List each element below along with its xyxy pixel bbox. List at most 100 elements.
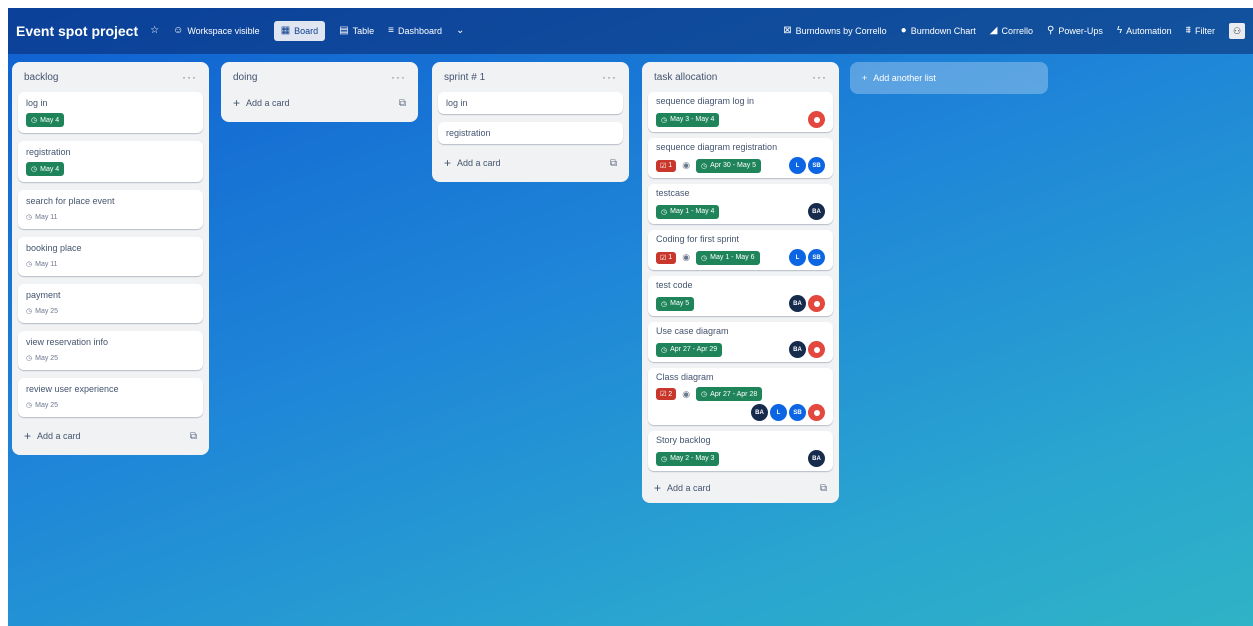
card[interactable]: view reservation info ◷ May 25 bbox=[18, 331, 203, 370]
table-icon: ▤ bbox=[339, 25, 349, 36]
due-date-text: May 2 - May 3 bbox=[670, 455, 715, 462]
add-list-button[interactable]: + Add another list bbox=[850, 62, 1048, 94]
card[interactable]: sequence diagram registration ☑ 1 ◉ ◷ Apr … bbox=[648, 138, 833, 178]
add-card-button[interactable]: + Add a card bbox=[444, 156, 501, 170]
member-avatar[interactable]: SB bbox=[808, 157, 825, 174]
card[interactable]: Coding for first sprint ☑ 1 ◉ ◷ May 1 - Ma… bbox=[648, 230, 833, 270]
card-members: BA L SB bbox=[751, 404, 825, 421]
template-icon[interactable]: ⧉ bbox=[399, 98, 406, 109]
member-avatar[interactable] bbox=[808, 295, 825, 312]
card[interactable]: sequence diagram log in ◷ May 3 - May 4 bbox=[648, 92, 833, 132]
card-title: sequence diagram registration bbox=[656, 142, 778, 152]
more-icon[interactable]: ··· bbox=[602, 70, 617, 84]
more-icon[interactable]: ··· bbox=[182, 70, 197, 84]
due-date-badge[interactable]: ◷ May 4 bbox=[26, 162, 65, 176]
more-icon[interactable]: ··· bbox=[812, 70, 827, 84]
due-date-badge[interactable]: ◷ Apr 27 - Apr 29 bbox=[656, 342, 723, 357]
due-date-badge[interactable]: ◷ May 11 bbox=[26, 211, 58, 223]
add-card-label: Add a card bbox=[457, 158, 501, 168]
view-dashboard-tab[interactable]: ≡ Dashboard bbox=[388, 26, 442, 37]
due-date-badge[interactable]: ◷ May 2 - May 3 bbox=[656, 451, 720, 466]
due-date-badge[interactable]: ◷ May 25 bbox=[26, 399, 58, 411]
list-title[interactable]: backlog bbox=[24, 72, 58, 83]
card[interactable]: log in bbox=[438, 92, 623, 114]
checklist-icon: ☑ bbox=[660, 391, 667, 398]
due-date-badge[interactable]: ◷ Apr 27 - Apr 28 bbox=[696, 387, 763, 401]
add-card-button[interactable]: + Add a card bbox=[233, 96, 290, 110]
corrello-label: Corrello bbox=[1001, 26, 1033, 36]
more-icon[interactable]: ··· bbox=[391, 70, 406, 84]
template-icon[interactable]: ⧉ bbox=[820, 483, 827, 494]
powerups-button[interactable]: ⚲ Power-Ups bbox=[1047, 26, 1103, 37]
member-avatar[interactable]: L bbox=[789, 249, 806, 266]
card[interactable]: review user experience ◷ May 25 bbox=[18, 378, 203, 417]
member-avatar[interactable]: SB bbox=[789, 404, 806, 421]
board-title[interactable]: Event spot project bbox=[16, 23, 138, 39]
add-card-row: + Add a card ⧉ bbox=[18, 425, 203, 447]
plus-icon: + bbox=[444, 156, 452, 170]
member-avatar[interactable]: BA bbox=[789, 341, 806, 358]
due-date-badge[interactable]: ◷ May 25 bbox=[26, 305, 58, 317]
card[interactable]: Use case diagram ◷ Apr 27 - Apr 29 BA bbox=[648, 322, 833, 362]
card-title: Story backlog bbox=[656, 435, 711, 445]
due-date-badge[interactable]: ◷ May 3 - May 4 bbox=[656, 112, 720, 127]
add-card-row: + Add a card ⧉ bbox=[438, 152, 623, 174]
due-date-badge[interactable]: ◷ Apr 30 - May 5 bbox=[696, 158, 762, 173]
due-date-badge[interactable]: ◷ May 5 bbox=[656, 296, 695, 311]
member-avatar[interactable]: BA bbox=[808, 450, 825, 467]
card[interactable]: payment ◷ May 25 bbox=[18, 284, 203, 323]
due-date-badge[interactable]: ◷ May 11 bbox=[26, 258, 58, 270]
clock-icon: ◷ bbox=[701, 391, 708, 398]
star-button[interactable]: ☆ bbox=[150, 26, 159, 36]
card[interactable]: testcase ◷ May 1 - May 4 BA bbox=[648, 184, 833, 224]
member-avatar[interactable]: BA bbox=[808, 203, 825, 220]
due-date-text: Apr 27 - Apr 28 bbox=[710, 390, 758, 398]
member-avatar[interactable]: SB bbox=[808, 249, 825, 266]
view-board-tab[interactable]: ▦ Board bbox=[273, 21, 326, 41]
user-avatar[interactable]: ⚇ bbox=[1229, 23, 1245, 39]
clock-icon: ◷ bbox=[26, 402, 33, 409]
add-card-button[interactable]: + Add a card bbox=[24, 429, 81, 443]
list-sprint-1: sprint # 1 ··· log in registration + Add … bbox=[432, 62, 629, 182]
automation-label: Automation bbox=[1126, 26, 1172, 36]
list-title[interactable]: task allocation bbox=[654, 72, 717, 83]
burndowns-button[interactable]: ⊠ Burndowns by Corrello bbox=[783, 26, 887, 37]
views-dropdown[interactable]: ⌄ bbox=[456, 26, 464, 36]
due-date-badge[interactable]: ◷ May 4 bbox=[26, 113, 65, 127]
burndown-chart-button[interactable]: ● Burndown Chart bbox=[901, 26, 976, 37]
member-avatar[interactable]: BA bbox=[789, 295, 806, 312]
list-title[interactable]: doing bbox=[233, 72, 257, 83]
view-table-tab[interactable]: ▤ Table bbox=[339, 25, 374, 37]
card[interactable]: registration bbox=[438, 122, 623, 144]
checklist-icon: ☑ bbox=[660, 254, 667, 262]
clock-icon: ◷ bbox=[31, 166, 38, 173]
due-date-text: May 25 bbox=[35, 401, 59, 409]
corrello-button[interactable]: ◢ Corrello bbox=[990, 26, 1033, 37]
card[interactable]: test code ◷ May 5 BA bbox=[648, 276, 833, 316]
template-icon[interactable]: ⧉ bbox=[190, 431, 197, 442]
member-avatar[interactable] bbox=[808, 111, 825, 128]
card[interactable]: booking place ◷ May 11 bbox=[18, 237, 203, 276]
card[interactable]: log in ◷ May 4 bbox=[18, 92, 203, 133]
member-avatar[interactable] bbox=[808, 404, 825, 421]
due-date-badge[interactable]: ◷ May 1 - May 4 bbox=[656, 204, 720, 219]
member-avatar[interactable]: L bbox=[789, 157, 806, 174]
filter-button[interactable]: ⩩ Filter bbox=[1186, 26, 1215, 37]
list-title[interactable]: sprint # 1 bbox=[444, 72, 485, 83]
member-avatar[interactable] bbox=[808, 341, 825, 358]
card[interactable]: search for place event ◷ May 11 bbox=[18, 190, 203, 229]
member-avatar[interactable]: BA bbox=[751, 404, 768, 421]
visibility-button[interactable]: ☺ Workspace visible bbox=[173, 26, 260, 37]
burndowns-label: Burndowns by Corrello bbox=[795, 26, 887, 36]
card[interactable]: Class diagram ☑ 2 ◉ ◷ Apr 27 - Apr 28 BA L… bbox=[648, 368, 833, 425]
template-icon[interactable]: ⧉ bbox=[610, 158, 617, 169]
watch-icon: ◉ bbox=[682, 160, 691, 170]
member-avatar[interactable]: L bbox=[770, 404, 787, 421]
card[interactable]: registration ◷ May 4 bbox=[18, 141, 203, 182]
card-members: L SB bbox=[789, 157, 825, 174]
due-date-badge[interactable]: ◷ May 25 bbox=[26, 352, 58, 364]
add-card-button[interactable]: + Add a card bbox=[654, 481, 711, 495]
automation-button[interactable]: ϟ Automation bbox=[1117, 26, 1172, 37]
card[interactable]: Story backlog ◷ May 2 - May 3 BA bbox=[648, 431, 833, 471]
due-date-badge[interactable]: ◷ May 1 - May 6 bbox=[696, 250, 760, 265]
